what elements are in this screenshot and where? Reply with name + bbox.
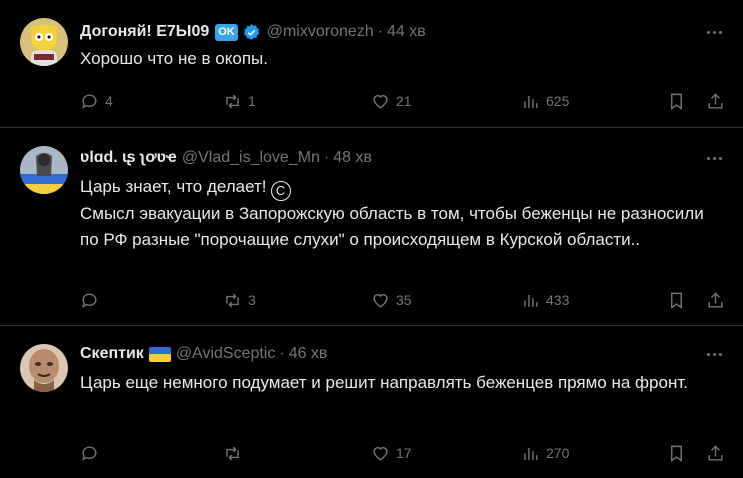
author-name[interactable]: Догоняй! Е7Ы09 — [80, 23, 209, 41]
bookmark-icon — [671, 292, 682, 309]
share-icon — [708, 444, 723, 461]
tweet[interactable]: Догоняй! Е7Ы09 OK @mixvoronezh · 44 хв Х… — [0, 0, 743, 128]
tweet-text: Царь еще немного подумает и решит направ… — [80, 370, 713, 396]
separator-dot: · — [279, 345, 285, 362]
views-count: 433 — [546, 292, 570, 308]
avatar[interactable] — [20, 18, 68, 66]
separator-dot: · — [323, 149, 330, 166]
reply-button[interactable]: 4 — [80, 91, 113, 111]
bookmark-icon — [671, 445, 682, 462]
avatar-image — [20, 146, 68, 194]
bookmark-button[interactable] — [667, 443, 686, 463]
bookmark-icon — [671, 93, 682, 110]
reply-count: 4 — [105, 93, 113, 109]
tweet-text-line: Царь знает, что делает! C — [80, 174, 713, 201]
timestamp[interactable]: 44 хв — [387, 23, 426, 41]
tweet-header: ʋlɑd. ɩʂ ʅơʋҽ @Vlad_is_love_Mn · 48 хв — [80, 148, 372, 168]
views-button[interactable]: 270 — [521, 443, 569, 463]
avatar-image — [20, 344, 68, 392]
separator-dot: · — [377, 23, 384, 40]
action-bar: 17 270 — [80, 443, 729, 463]
share-button[interactable] — [706, 91, 725, 111]
bookmark-button[interactable] — [667, 91, 686, 111]
tweet-text-line: Царь еще немного подумает и решит направ… — [80, 373, 688, 392]
avatar-image — [20, 18, 68, 66]
retweet-icon — [226, 293, 239, 307]
action-bar: 4 1 21 625 — [80, 91, 729, 111]
like-count: 21 — [396, 93, 412, 109]
timestamp[interactable]: 48 хв — [333, 149, 372, 167]
like-icon — [373, 293, 388, 308]
retweet-count: 1 — [248, 93, 256, 109]
reply-icon — [81, 93, 97, 109]
tweet-text: Царь знает, что делает! C Смысл эвакуации… — [80, 174, 713, 253]
like-count: 17 — [396, 445, 412, 461]
author-handle[interactable]: @Vlad_is_love_Mn — [182, 149, 320, 167]
reply-icon — [81, 292, 97, 308]
tweet[interactable]: ʋlɑd. ɩʂ ʅơʋҽ @Vlad_is_love_Mn · 48 хв Ц… — [0, 128, 743, 326]
tweet-text-body: Смысл эвакуации в Запорожскую область в … — [80, 204, 704, 249]
retweet-icon — [226, 446, 239, 460]
share-icon — [708, 92, 723, 109]
like-button[interactable]: 35 — [371, 290, 412, 310]
ukraine-flag-icon — [148, 346, 171, 362]
reply-button[interactable] — [80, 290, 105, 310]
author-name[interactable]: ʋlɑd. ɩʂ ʅơʋҽ — [80, 149, 177, 167]
retweet-button[interactable] — [223, 443, 248, 463]
more-icon[interactable] — [703, 344, 725, 364]
retweet-button[interactable]: 3 — [223, 290, 256, 310]
author-handle[interactable]: @mixvoronezh — [267, 23, 374, 41]
views-icon — [524, 294, 538, 307]
share-button[interactable] — [706, 290, 725, 310]
like-count: 35 — [396, 292, 412, 308]
ok-badge: OK — [215, 23, 238, 41]
tweet[interactable]: Скептик @AvidSceptic · 46 хв Царь еще не… — [0, 326, 743, 478]
author-handle[interactable]: @AvidSceptic — [176, 345, 276, 363]
tweet-header: Скептик @AvidSceptic · 46 хв — [80, 344, 327, 364]
bookmark-button[interactable] — [667, 290, 686, 310]
retweet-count: 3 — [248, 292, 256, 308]
like-icon — [373, 446, 388, 461]
retweet-button[interactable]: 1 — [223, 91, 256, 111]
tweet-text-line: Хорошо что не в окопы. — [80, 49, 268, 68]
avatar[interactable] — [20, 344, 68, 392]
avatar[interactable] — [20, 146, 68, 194]
tweet-header: Догоняй! Е7Ы09 OK @mixvoronezh · 44 хв — [80, 22, 426, 42]
tweet-text-first: Царь знает, что делает! — [80, 177, 267, 196]
share-button[interactable] — [706, 443, 725, 463]
views-icon — [524, 95, 538, 108]
author-name[interactable]: Скептик — [80, 345, 144, 363]
like-button[interactable]: 21 — [371, 91, 412, 111]
action-bar: 3 35 433 — [80, 290, 729, 310]
timestamp[interactable]: 46 хв — [289, 345, 328, 363]
views-button[interactable]: 433 — [521, 290, 569, 310]
views-count: 625 — [546, 93, 570, 109]
reply-button[interactable] — [80, 443, 105, 463]
views-button[interactable]: 625 — [521, 91, 569, 111]
share-icon — [708, 291, 723, 308]
like-icon — [373, 94, 388, 109]
views-icon — [524, 447, 538, 460]
more-icon[interactable] — [703, 22, 725, 42]
views-count: 270 — [546, 445, 570, 461]
copyright-icon: C — [270, 181, 291, 201]
more-icon[interactable] — [703, 148, 725, 168]
retweet-icon — [226, 94, 239, 108]
tweet-text: Хорошо что не в окопы. — [80, 46, 713, 72]
verified-icon — [243, 23, 260, 40]
like-button[interactable]: 17 — [371, 443, 412, 463]
reply-icon — [81, 445, 97, 461]
